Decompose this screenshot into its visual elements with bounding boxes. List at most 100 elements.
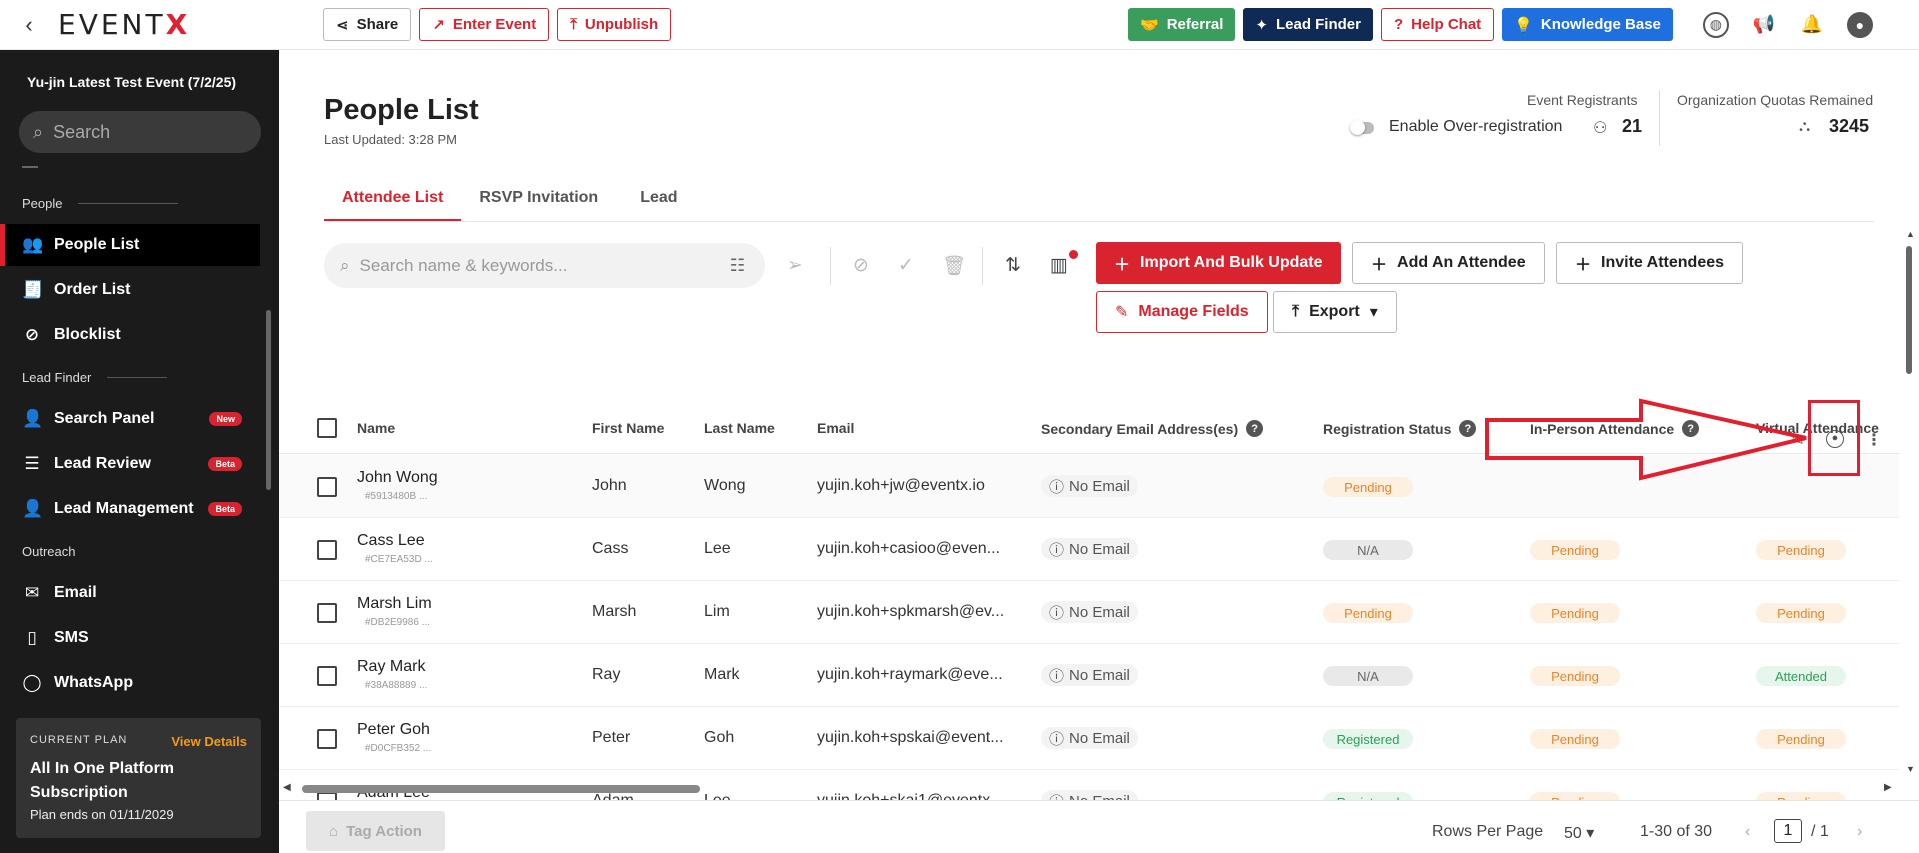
sidebar-item-label: Lead Management: [54, 500, 194, 517]
name-cell[interactable]: Peter Goh #D0CFB352 ...: [357, 721, 431, 754]
row-checkbox[interactable]: [317, 729, 337, 749]
phone-icon: ▯: [27, 628, 37, 647]
col-registration-status[interactable]: Registration Status?: [1323, 420, 1477, 437]
sort-icon[interactable]: ⇅: [1005, 254, 1021, 277]
row-checkbox[interactable]: [317, 477, 337, 497]
table-row[interactable]: Marsh Lim #DB2E9986 ... Marsh Lim yujin.k…: [279, 581, 1899, 644]
columns-icon[interactable]: ▥: [1050, 254, 1068, 277]
plus-icon: ＋: [1371, 257, 1388, 274]
tab-attendee-list[interactable]: Attendee List: [324, 178, 462, 221]
name-cell[interactable]: Cass Lee #CE7EA53D ...: [357, 532, 433, 565]
manage-fields-button[interactable]: ✎ Manage Fields: [1096, 291, 1268, 333]
sidebar-item-search-panel[interactable]: 👤 Search Panel New: [0, 398, 260, 440]
annotation-highlight-box: [1808, 400, 1860, 476]
name-cell[interactable]: Marsh Lim #DB2E9986 ...: [357, 595, 432, 628]
sidebar-search-placeholder: Search: [53, 121, 111, 142]
invite-label: Invite Attendees: [1601, 254, 1725, 271]
share-icon: ⋖: [336, 16, 349, 34]
help-icon[interactable]: ?: [1459, 420, 1477, 437]
section-lead-finder: Lead Finder: [22, 370, 168, 385]
check-circle-icon[interactable]: ✓: [898, 254, 914, 277]
sidebar-item-order-list[interactable]: 🧾 Order List: [0, 269, 260, 311]
sidebar-item-email[interactable]: ✉ Email: [0, 572, 260, 614]
referral-button[interactable]: 🤝 Referral: [1128, 8, 1236, 41]
row-checkbox[interactable]: [317, 666, 337, 686]
search-icon: ⌕: [33, 121, 44, 142]
row-checkbox[interactable]: [317, 540, 337, 560]
rows-per-page-select[interactable]: 50 ▾: [1564, 823, 1594, 843]
knowledge-base-button[interactable]: 💡 Knowledge Base: [1502, 8, 1673, 41]
import-bulk-update-button[interactable]: ＋ Import And Bulk Update: [1096, 242, 1341, 284]
referral-label: Referral: [1166, 16, 1224, 33]
name-cell[interactable]: John Wong #5913480B ...: [357, 469, 438, 502]
sidebar-item-whatsapp[interactable]: ◯ WhatsApp: [0, 662, 260, 704]
scroll-up-icon[interactable]: ▲: [1906, 229, 1915, 239]
info-icon: ⓘ: [1049, 604, 1065, 622]
globe-icon[interactable]: ◍: [1702, 11, 1729, 38]
user-avatar-icon[interactable]: ●: [1846, 11, 1873, 38]
annotation-arrow: [1485, 398, 1807, 481]
scroll-down-icon[interactable]: ▼: [1906, 764, 1915, 774]
add-attendee-button[interactable]: ＋ Add An Attendee: [1352, 242, 1545, 284]
search-icon: ⌕: [340, 255, 350, 275]
registrants-icon: ⚇: [1593, 120, 1608, 137]
select-all-checkbox[interactable]: [317, 418, 337, 438]
col-first-name[interactable]: First Name: [592, 420, 664, 436]
table-row[interactable]: Cass Lee #CE7EA53D ... Cass Lee yujin.koh…: [279, 518, 1899, 581]
table-horizontal-scrollbar[interactable]: [302, 785, 700, 793]
attendee-search-input[interactable]: ⌕ Search name & keywords... ☷: [324, 243, 765, 288]
col-last-name[interactable]: Last Name: [704, 420, 775, 436]
last-name-cell: Wong: [704, 477, 746, 494]
scroll-left-icon[interactable]: ◀: [283, 782, 291, 793]
sidebar-item-blocklist[interactable]: ⊘ Blocklist: [0, 314, 260, 356]
sidebar-search-input[interactable]: ⌕ Search: [19, 111, 261, 153]
tag-action-button[interactable]: ⌂ Tag Action: [306, 811, 445, 851]
name-cell[interactable]: Ray Mark #38A88889 ...: [357, 658, 427, 691]
in-person-status-pill: Pending: [1530, 666, 1620, 686]
table-row[interactable]: Peter Goh #D0CFB352 ... Peter Goh yujin.k…: [279, 707, 1899, 770]
col-name[interactable]: Name: [357, 420, 395, 436]
share-button[interactable]: ⋖ Share: [323, 8, 412, 41]
block-icon[interactable]: ⊘: [853, 254, 869, 277]
export-dropdown[interactable]: ⤒ Export ▾: [1273, 291, 1397, 333]
tab-rsvp-invitation[interactable]: RSVP Invitation: [461, 178, 616, 221]
top-bar: ‹ EVENTX ⋖ Share ↗ Enter Event ⤒ Unpublish …: [0, 0, 1919, 50]
section-outreach: Outreach: [22, 544, 75, 559]
page-number-input[interactable]: 1: [1774, 819, 1802, 843]
bell-icon[interactable]: 🔔: [1799, 12, 1825, 38]
more-options-icon[interactable]: ⋮: [1866, 430, 1882, 450]
sidebar-item-lead-review[interactable]: ☰ Lead Review Beta: [0, 443, 260, 485]
invite-attendees-button[interactable]: ＋ Invite Attendees: [1556, 242, 1744, 284]
next-page-icon[interactable]: ›: [1857, 823, 1862, 841]
view-details-link[interactable]: View Details: [171, 734, 247, 749]
megaphone-icon[interactable]: 📢: [1751, 12, 1777, 38]
sidebar-item-people-list[interactable]: 👥 People List: [0, 224, 260, 266]
registration-status-pill: N/A: [1323, 666, 1413, 686]
send-icon[interactable]: ➢: [787, 254, 803, 277]
tab-lead[interactable]: Lead: [616, 178, 695, 221]
help-icon[interactable]: ?: [1246, 420, 1264, 437]
external-link-icon: ↗: [432, 16, 445, 34]
lead-finder-button[interactable]: ✦ Lead Finder: [1243, 8, 1373, 41]
scroll-right-icon[interactable]: ▶: [1884, 782, 1892, 793]
sidebar-item-label: Blocklist: [54, 326, 121, 343]
col-email[interactable]: Email: [817, 420, 854, 436]
sidebar-scrollbar[interactable]: [266, 310, 271, 490]
enter-event-button[interactable]: ↗ Enter Event: [419, 8, 550, 41]
table-row[interactable]: Ray Mark #38A88889 ... Ray Mark yujin.koh…: [279, 644, 1899, 707]
table-vertical-scrollbar[interactable]: [1906, 246, 1912, 374]
col-secondary-email[interactable]: Secondary Email Address(es)?: [1041, 420, 1264, 437]
unpublish-button[interactable]: ⤒ Unpublish: [557, 8, 672, 41]
sidebar-item-sms[interactable]: ▯ SMS: [0, 617, 260, 659]
trash-icon[interactable]: 🗑: [942, 254, 966, 278]
sidebar-item-lead-management[interactable]: 👤 Lead Management Beta: [0, 488, 260, 530]
over-registration-toggle[interactable]: [1350, 120, 1374, 135]
row-checkbox[interactable]: [317, 603, 337, 623]
eventx-logo[interactable]: EVENTX: [58, 8, 323, 41]
virtual-status-pill: Pending: [1756, 540, 1846, 560]
help-chat-button[interactable]: ? Help Chat: [1380, 8, 1495, 41]
filter-sliders-icon[interactable]: ☷: [730, 256, 745, 276]
prev-page-icon[interactable]: ‹: [1745, 823, 1750, 841]
back-chevron-icon[interactable]: ‹: [0, 12, 58, 38]
total-pages: / 1: [1811, 823, 1829, 840]
